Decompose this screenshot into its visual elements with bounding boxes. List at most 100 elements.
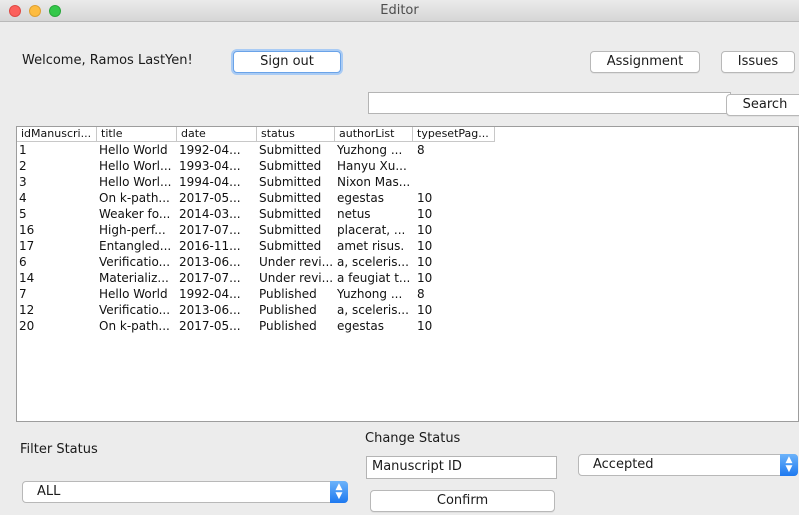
table-row[interactable]: 20 On k-path... 2017-05... Published egestas… bbox=[17, 318, 798, 334]
filter-status-select[interactable]: ALL ▲ ▼ bbox=[22, 481, 348, 503]
manuscript-id-field[interactable]: Manuscript ID bbox=[366, 456, 557, 479]
up-down-chevron-icon: ▲ ▼ bbox=[780, 454, 798, 476]
cell-status: Submitted bbox=[259, 239, 322, 253]
cell-date: 2017-07... bbox=[179, 223, 241, 237]
cell-id: 4 bbox=[19, 191, 27, 205]
cell-status: Submitted bbox=[259, 207, 322, 221]
cell-id: 17 bbox=[19, 239, 35, 253]
cell-id: 1 bbox=[19, 143, 27, 157]
cell-title: Hello Worl... bbox=[99, 175, 172, 189]
cell-id: 3 bbox=[19, 175, 27, 189]
cell-author-list: Yuzhong ... bbox=[337, 287, 403, 301]
manuscripts-table[interactable]: idManuscri... title date status authorLi… bbox=[16, 126, 799, 422]
cell-typeset-pages bbox=[415, 174, 495, 190]
cell-author-list: egestas bbox=[337, 191, 384, 205]
table-row[interactable]: 3 Hello Worl... 1994-04... Submitted Nixon M… bbox=[17, 174, 798, 190]
change-status-label: Change Status bbox=[365, 431, 461, 446]
search-button[interactable]: Search bbox=[726, 94, 799, 116]
cell-typeset-pages: 10 bbox=[417, 223, 433, 237]
cell-date: 2016-11... bbox=[179, 239, 241, 253]
column-header-author-list[interactable]: authorList bbox=[335, 127, 413, 142]
search-input[interactable] bbox=[368, 92, 731, 114]
table-row[interactable]: 4 On k-path... 2017-05... Submitted egestas 1… bbox=[17, 190, 798, 206]
cell-title: High-perf... bbox=[99, 223, 166, 237]
filter-status-select-value: ALL bbox=[37, 484, 61, 499]
cell-id: 12 bbox=[19, 303, 35, 317]
table-row[interactable]: 12 Verificatio... 2013-06... Published a, sc… bbox=[17, 302, 798, 318]
issues-button[interactable]: Issues bbox=[721, 51, 795, 73]
cell-title: Verificatio... bbox=[99, 255, 171, 269]
cell-typeset-pages bbox=[415, 158, 495, 174]
cell-date: 1993-04... bbox=[179, 159, 241, 173]
cell-author-list: netus bbox=[337, 207, 371, 221]
cell-typeset-pages: 10 bbox=[417, 303, 433, 317]
column-header-typeset-pages[interactable]: typesetPag... bbox=[413, 127, 495, 142]
cell-status: Submitted bbox=[259, 175, 322, 189]
cell-id: 6 bbox=[19, 255, 27, 269]
cell-author-list: egestas bbox=[337, 319, 384, 333]
table-row[interactable]: 16 High-perf... 2017-07... Submitted placera… bbox=[17, 222, 798, 238]
confirm-button[interactable]: Confirm bbox=[370, 490, 555, 512]
column-header-date[interactable]: date bbox=[177, 127, 257, 142]
column-header-id[interactable]: idManuscri... bbox=[17, 127, 97, 142]
cell-status: Published bbox=[259, 319, 317, 333]
cell-id: 7 bbox=[19, 287, 27, 301]
status-select-value: Accepted bbox=[593, 457, 654, 472]
cell-status: Under revi... bbox=[259, 255, 334, 269]
cell-author-list: amet risus. bbox=[337, 239, 405, 253]
cell-title: Hello World bbox=[99, 287, 168, 301]
window-titlebar: Editor bbox=[0, 0, 799, 22]
cell-date: 2017-05... bbox=[179, 191, 241, 205]
cell-author-list: a feugiat t... bbox=[337, 271, 411, 285]
cell-status: Under revi... bbox=[259, 271, 334, 285]
table-row[interactable]: 1 Hello World 1992-04... Submitted Yuzhong .… bbox=[17, 142, 798, 158]
cell-typeset-pages: 8 bbox=[417, 287, 425, 301]
cell-typeset-pages: 8 bbox=[417, 143, 425, 157]
cell-typeset-pages: 10 bbox=[417, 255, 433, 269]
cell-status: Submitted bbox=[259, 191, 322, 205]
table-row[interactable]: 14 Materializ... 2017-07... Under revi... a … bbox=[17, 270, 798, 286]
table-row[interactable]: 6 Verificatio... 2013-06... Under revi... a,… bbox=[17, 254, 798, 270]
cell-date: 1992-04... bbox=[179, 143, 241, 157]
cell-date: 2013-06... bbox=[179, 255, 241, 269]
cell-id: 5 bbox=[19, 207, 27, 221]
cell-author-list: placerat, ... bbox=[337, 223, 406, 237]
cell-author-list: a, sceleris... bbox=[337, 303, 409, 317]
cell-date: 2017-05... bbox=[179, 319, 241, 333]
cell-date: 2014-03... bbox=[179, 207, 241, 221]
cell-title: Materializ... bbox=[99, 271, 169, 285]
welcome-message: Welcome, Ramos LastYen! bbox=[22, 53, 193, 68]
table-row[interactable]: 17 Entangled... 2016-11... Submitted amet ri… bbox=[17, 238, 798, 254]
cell-status: Published bbox=[259, 303, 317, 317]
column-header-title[interactable]: title bbox=[97, 127, 177, 142]
cell-id: 20 bbox=[19, 319, 35, 333]
column-header-status[interactable]: status bbox=[257, 127, 335, 142]
cell-title: On k-path... bbox=[99, 191, 170, 205]
window-title: Editor bbox=[380, 3, 419, 18]
cell-date: 2013-06... bbox=[179, 303, 241, 317]
cell-date: 1994-04... bbox=[179, 175, 241, 189]
sign-out-button[interactable]: Sign out bbox=[233, 51, 341, 73]
cell-date: 2017-07... bbox=[179, 271, 241, 285]
cell-typeset-pages: 10 bbox=[417, 207, 433, 221]
table-row[interactable]: 7 Hello World 1992-04... Published Yuzhong .… bbox=[17, 286, 798, 302]
cell-id: 16 bbox=[19, 223, 35, 237]
cell-title: Verificatio... bbox=[99, 303, 171, 317]
cell-id: 14 bbox=[19, 271, 35, 285]
cell-author-list: a, sceleris... bbox=[337, 255, 409, 269]
cell-status: Published bbox=[259, 287, 317, 301]
status-select[interactable]: Accepted ▲ ▼ bbox=[578, 454, 798, 476]
cell-title: Entangled... bbox=[99, 239, 172, 253]
cell-status: Submitted bbox=[259, 223, 322, 237]
up-down-chevron-icon: ▲ ▼ bbox=[330, 481, 348, 503]
cell-typeset-pages: 10 bbox=[417, 239, 433, 253]
table-header: idManuscri... title date status authorLi… bbox=[17, 127, 798, 142]
cell-title: On k-path... bbox=[99, 319, 170, 333]
table-row[interactable]: 5 Weaker fo... 2014-03... Submitted netus 10 bbox=[17, 206, 798, 222]
assignment-button[interactable]: Assignment bbox=[590, 51, 700, 73]
cell-status: Submitted bbox=[259, 159, 322, 173]
table-row[interactable]: 2 Hello Worl... 1993-04... Submitted Hanyu X… bbox=[17, 158, 798, 174]
cell-status: Submitted bbox=[259, 143, 322, 157]
filter-status-label: Filter Status bbox=[20, 442, 98, 457]
cell-typeset-pages: 10 bbox=[417, 271, 433, 285]
